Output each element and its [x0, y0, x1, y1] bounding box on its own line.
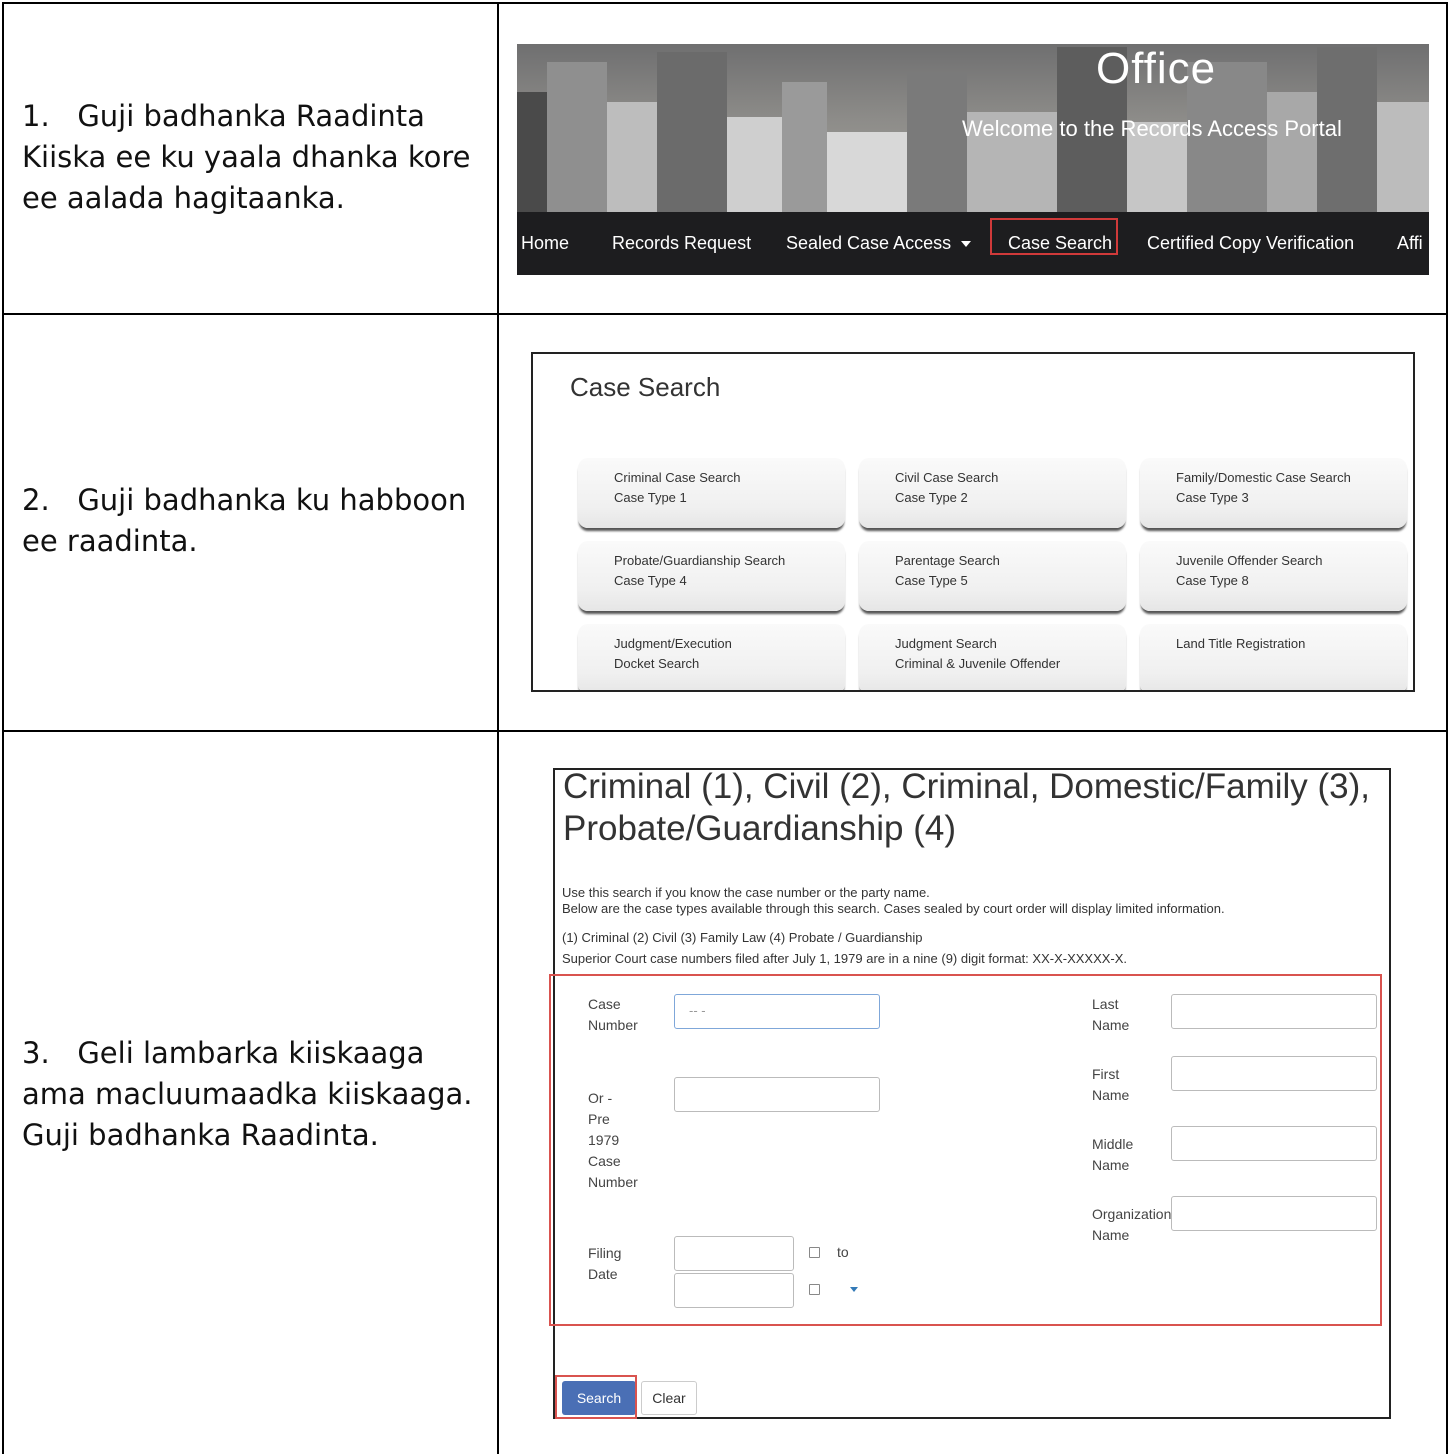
- tile-line1: Judgment/Execution: [614, 636, 732, 651]
- tile-line1: Land Title Registration: [1176, 636, 1306, 651]
- form-format-note: Superior Court case numbers filed after …: [562, 951, 1128, 966]
- search-button-highlight: [555, 1375, 637, 1419]
- filing-date-label: Filing Date: [588, 1245, 622, 1282]
- tile-judgment-search[interactable]: Judgment Search Criminal & Juvenile Offe…: [859, 624, 1126, 690]
- search-form-panel: Criminal (1), Civil (2), Criminal, Domes…: [549, 767, 1391, 1419]
- pre1979-case-number-label: Or - Pre 1979 Case Number: [588, 1090, 638, 1190]
- nav-certified-copy-verification[interactable]: Certified Copy Verification: [1147, 212, 1354, 275]
- step-3-text: 3. Geli lambarka kiiskaaga ama macluumaa…: [22, 1036, 473, 1152]
- case-number-input[interactable]: -- -: [674, 994, 880, 1029]
- tile-judgment-execution[interactable]: Judgment/Execution Docket Search: [578, 624, 845, 690]
- to-label: to: [837, 1244, 849, 1260]
- tile-probate-guardianship-search[interactable]: Probate/Guardianship Search Case Type 4: [578, 541, 845, 611]
- step-1-text: 1. Guji badhanka Raadinta Kiiska ee ku y…: [22, 99, 471, 215]
- tile-line2: Criminal & Juvenile Offender: [895, 656, 1061, 671]
- form-intro-2: Below are the case types available throu…: [562, 901, 1225, 916]
- tile-line1: Civil Case Search: [895, 470, 999, 485]
- table-border-left: [2, 2, 4, 1454]
- tile-line2: Case Type 8: [1176, 573, 1249, 588]
- table-border-mid: [497, 2, 499, 1454]
- caret-down-icon: [961, 241, 972, 248]
- last-name-input[interactable]: [1171, 994, 1377, 1029]
- tile-civil-case-search[interactable]: Civil Case Search Case Type 2: [859, 458, 1126, 528]
- form-intro-1: Use this search if you know the case num…: [562, 885, 930, 900]
- banner-title: Office: [1096, 44, 1217, 93]
- tile-line2: Case Type 1: [614, 490, 687, 505]
- tile-juvenile-offender-search[interactable]: Juvenile Offender Search Case Type 8: [1140, 541, 1407, 611]
- clear-button[interactable]: Clear: [641, 1381, 697, 1415]
- last-name-label: Last Name: [1092, 996, 1130, 1033]
- case-search-highlight: [990, 218, 1118, 255]
- case-search-title: Case Search: [570, 372, 721, 402]
- middle-name-label: Middle Name: [1092, 1136, 1134, 1173]
- table-border-top: [2, 2, 1448, 4]
- tile-land-title-registration[interactable]: Land Title Registration: [1140, 624, 1407, 690]
- nav-sealed-case-access-label: Sealed Case Access: [786, 233, 952, 253]
- tile-line2: Case Type 3: [1176, 490, 1249, 505]
- nav-affi[interactable]: Affi: [1397, 212, 1423, 275]
- nav-home[interactable]: Home: [521, 212, 569, 275]
- middle-name-input[interactable]: [1171, 1126, 1377, 1161]
- calendar-icon[interactable]: [809, 1284, 820, 1295]
- tile-line1: Judgment Search: [895, 636, 997, 651]
- organization-name-input[interactable]: [1171, 1196, 1377, 1231]
- tile-line2: Case Type 5: [895, 573, 968, 588]
- filing-date-to-input[interactable]: [674, 1273, 794, 1308]
- tile-line2: Case Type 2: [895, 490, 968, 505]
- tile-line2: Docket Search: [614, 656, 700, 671]
- tile-line1: Juvenile Offender Search: [1176, 553, 1323, 568]
- navbar: Home Records Request Sealed Case Access …: [517, 212, 1429, 275]
- tile-criminal-case-search[interactable]: Criminal Case Search Case Type 1: [578, 458, 845, 528]
- pre1979-case-number-input[interactable]: [674, 1077, 880, 1112]
- tile-line1: Probate/Guardianship Search: [614, 553, 786, 568]
- form-case-types: (1) Criminal (2) Civil (3) Family Law (4…: [562, 930, 923, 945]
- tile-parentage-search[interactable]: Parentage Search Case Type 5: [859, 541, 1126, 611]
- dropdown-arrow-icon[interactable]: [850, 1287, 858, 1292]
- tile-line1: Parentage Search: [895, 553, 1000, 568]
- tile-line2: Case Type 4: [614, 573, 687, 588]
- filing-date-from-input[interactable]: [674, 1236, 794, 1271]
- tile-family-domestic-case-search[interactable]: Family/Domestic Case Search Case Type 3: [1140, 458, 1407, 528]
- table-row-divider-1: [2, 313, 1448, 315]
- portal-banner: Office Welcome to the Records Access Por…: [517, 44, 1429, 275]
- first-name-input[interactable]: [1171, 1056, 1377, 1091]
- case-search-panel: Case Search Criminal Case Search Case Ty…: [531, 352, 1415, 692]
- banner-subtitle: Welcome to the Records Access Portal: [962, 116, 1342, 141]
- nav-records-request[interactable]: Records Request: [612, 212, 751, 275]
- nav-sealed-case-access[interactable]: Sealed Case Access: [786, 212, 972, 275]
- organization-name-label: Organization Name: [1092, 1206, 1172, 1243]
- tile-line1: Criminal Case Search: [614, 470, 741, 485]
- step-2-text: 2. Guji badhanka ku habboon ee raadinta.: [22, 483, 467, 558]
- calendar-icon[interactable]: [809, 1247, 820, 1258]
- case-number-label: Case Number: [588, 996, 638, 1033]
- table-row-divider-2: [2, 730, 1448, 732]
- first-name-label: First Name: [1092, 1066, 1130, 1103]
- table-border-right: [1446, 2, 1448, 1454]
- tile-line1: Family/Domestic Case Search: [1176, 470, 1351, 485]
- form-title: Criminal (1), Civil (2), Criminal, Domes…: [563, 767, 1370, 848]
